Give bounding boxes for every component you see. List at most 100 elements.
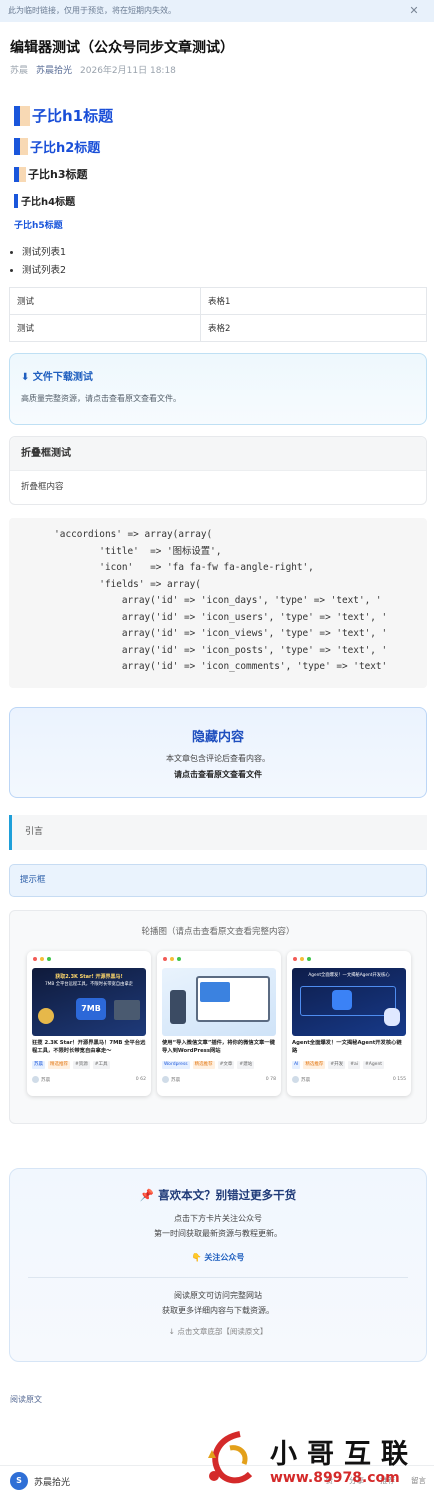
dot bbox=[33, 957, 37, 961]
preview-banner: 此为临时链接，仅用于预览，将在短期内失效。 ✕ bbox=[0, 0, 434, 22]
medal-icon bbox=[38, 1008, 54, 1024]
code-line: 'fields' => array( bbox=[9, 578, 201, 590]
article-title: 编辑器测试（公众号同步文章测试） bbox=[10, 40, 234, 56]
banner-text: 此为临时链接，仅用于预览，将在短期内失效。 bbox=[8, 6, 176, 15]
heading-bar-accent bbox=[20, 138, 28, 155]
heading-bar-accent bbox=[20, 105, 30, 126]
close-icon[interactable]: ✕ bbox=[408, 5, 420, 17]
list-item: 测试列表1 bbox=[22, 244, 66, 262]
card-author: 苏晨 bbox=[301, 1078, 311, 1083]
thumb-sub: 7MB 全平台远程工具，不限时长带宽自由拿走 bbox=[44, 982, 134, 987]
follow-card: 📌 喜欢本文？别错过更多干货 点击下方卡片关注公众号 第一时间获取最新资源与教程更… bbox=[9, 1168, 427, 1362]
card-footer: 苏晨 0 155 bbox=[292, 1076, 406, 1083]
follow-line: 阅读原文可访问完整网站 bbox=[174, 1291, 262, 1300]
tag[interactable]: #开发 bbox=[328, 1061, 346, 1069]
dot bbox=[163, 957, 167, 961]
tag[interactable]: #资源 bbox=[73, 1061, 90, 1069]
avatar bbox=[32, 1076, 39, 1083]
tag[interactable]: 精选推荐 bbox=[192, 1061, 215, 1069]
account-link[interactable]: 苏晨拾光 bbox=[36, 66, 72, 76]
card-tags: Wordpress 精选推荐 #文章 #建站 bbox=[162, 1061, 255, 1069]
card-title: Agent全面爆发！一文揭秘Agent开发核心链路 bbox=[292, 1040, 402, 1054]
article-date: 2026年2月11日 18:18 bbox=[80, 66, 176, 76]
follow-line: 第一时间获取最新资源与教程更新。 bbox=[154, 1229, 282, 1238]
tag[interactable]: #建站 bbox=[237, 1061, 255, 1069]
follow-line: 获取更多详细内容与下载资源。 bbox=[162, 1306, 274, 1315]
watermark-text: 小哥互联 bbox=[270, 1439, 418, 1470]
watermark-url: www.89978.com bbox=[270, 1470, 400, 1486]
tag[interactable]: 精选推荐 bbox=[303, 1061, 326, 1069]
account-logo-icon[interactable]: S bbox=[10, 1472, 28, 1490]
heading-h4: 子比h4标题 bbox=[14, 193, 75, 208]
tag[interactable]: #文章 bbox=[217, 1061, 235, 1069]
heading-bar bbox=[14, 193, 18, 208]
hidden-content-box[interactable]: 隐藏内容 本文章包含评论后查看内容。 请点击查看原文查看文件 bbox=[9, 707, 427, 798]
window-dots bbox=[293, 957, 311, 961]
code-line: 'title' => '图标设置', bbox=[9, 545, 222, 557]
card-footer: 苏晨 0 62 bbox=[32, 1076, 146, 1083]
thumb-heading: Agent全面爆发！一文揭秘Agent开发核心 bbox=[308, 973, 390, 978]
table-row: 测试 表格2 bbox=[9, 314, 427, 342]
tag[interactable]: #ai bbox=[348, 1061, 360, 1069]
tag[interactable]: Wordpress bbox=[162, 1061, 190, 1069]
hidden-action: 请点击查看原文查看文件 bbox=[174, 770, 262, 779]
dot bbox=[307, 957, 311, 961]
phone-icon bbox=[170, 990, 186, 1024]
card-author: 苏晨 bbox=[41, 1078, 51, 1083]
carousel-card[interactable]: 获取2.3K Star! 开源界黑马! 7MB 全平台远程工具，不限时长带宽自由… bbox=[27, 951, 151, 1096]
accordion-body: 折叠框内容 bbox=[21, 482, 64, 492]
follow-line: 点击下方卡片关注公众号 bbox=[174, 1214, 262, 1223]
carousel-card[interactable]: Agent全面爆发！一文揭秘Agent开发核心 Agent全面爆发！一文揭秘Ag… bbox=[287, 951, 411, 1096]
follow-title-text: 喜欢本文？别错过更多干货 bbox=[158, 1188, 297, 1202]
card-stats: 0 62 bbox=[135, 1077, 146, 1082]
tag[interactable]: 苏晨 bbox=[32, 1061, 45, 1069]
accordion-header[interactable]: 折叠框测试 bbox=[10, 437, 426, 471]
heading-h3-text: 子比h3标题 bbox=[28, 168, 88, 181]
card-tags: 苏晨 精选推荐 #资源 #工具 bbox=[32, 1061, 110, 1069]
dot bbox=[177, 957, 181, 961]
code-line: array('id' => 'icon_comments', 'type' =>… bbox=[9, 661, 388, 672]
dot bbox=[40, 957, 44, 961]
follow-button[interactable]: 👇 关注公众号 bbox=[10, 1252, 426, 1263]
card-title: 使用“导入微信文章”插件，将你的微信文章一键导入到WordPress网站 bbox=[162, 1040, 275, 1054]
window-dots bbox=[33, 957, 51, 961]
table-cell: 表格2 bbox=[200, 314, 427, 342]
card-tags: AI 精选推荐 #开发 #ai #Agent bbox=[292, 1061, 385, 1069]
card-footer: 苏晨 0 78 bbox=[162, 1076, 276, 1083]
watermark-logo-icon bbox=[208, 1431, 253, 1484]
thumb-heading: 获取2.3K Star! 开源界黑马! bbox=[55, 974, 123, 980]
download-title-text: 文件下载测试 bbox=[32, 372, 93, 383]
pin-icon: 📌 bbox=[139, 1188, 155, 1202]
dot bbox=[47, 957, 51, 961]
blockquote: 引言 bbox=[9, 815, 427, 850]
heading-h2: 子比h2标题 bbox=[14, 137, 100, 156]
read-original-link[interactable]: 阅读原文 bbox=[10, 1394, 42, 1405]
code-line: array('id' => 'icon_views', 'type' => 't… bbox=[9, 628, 388, 639]
bottom-account-name[interactable]: 苏晨拾光 bbox=[34, 1475, 70, 1488]
card-title: 狂揽 2.3K Star！开源界黑马！7MB 全平台远程工具，不限时长带宽自由拿… bbox=[32, 1040, 146, 1054]
carousel: 轮播图（请点击查看原文查看完整内容） 获取2.3K Star! 开源界黑马! 7… bbox=[9, 910, 427, 1124]
download-box[interactable]: ⬇ 文件下载测试 高质量完整资源，请点击查看原文查看文件。 bbox=[9, 353, 427, 425]
avatar bbox=[162, 1076, 169, 1083]
avatar bbox=[292, 1076, 299, 1083]
heading-h4-text: 子比h4标题 bbox=[21, 197, 76, 208]
carousel-card[interactable]: 使用“导入微信文章”插件，将你的微信文章一键导入到WordPress网站 Wor… bbox=[157, 951, 281, 1096]
table-cell: 测试 bbox=[9, 287, 201, 315]
card-stats: 0 155 bbox=[392, 1077, 406, 1082]
tag[interactable]: #工具 bbox=[92, 1061, 110, 1069]
hidden-title: 隐藏内容 bbox=[191, 730, 244, 745]
follow-hint: ↓ 点击文章底部【阅读原文】 bbox=[168, 1327, 268, 1336]
tag[interactable]: 精选推荐 bbox=[48, 1061, 70, 1069]
table-cell: 测试 bbox=[9, 314, 201, 342]
table-cell: 表格1 bbox=[200, 287, 427, 315]
cloud-icon bbox=[200, 982, 230, 1002]
heading-h2-text: 子比h2标题 bbox=[30, 141, 101, 156]
code-line: array('id' => 'icon_users', 'type' => 't… bbox=[9, 611, 388, 623]
heading-h3: 子比h3标题 bbox=[14, 166, 88, 182]
tag[interactable]: AI bbox=[292, 1061, 301, 1069]
code-line: array('id' => 'icon_posts', 'type' => 't… bbox=[9, 644, 388, 656]
divider bbox=[28, 1277, 408, 1278]
card-stats: 0 78 bbox=[265, 1077, 276, 1082]
follow-title: 📌 喜欢本文？别错过更多干货 bbox=[10, 1187, 426, 1203]
tag[interactable]: #Agent bbox=[362, 1061, 385, 1069]
